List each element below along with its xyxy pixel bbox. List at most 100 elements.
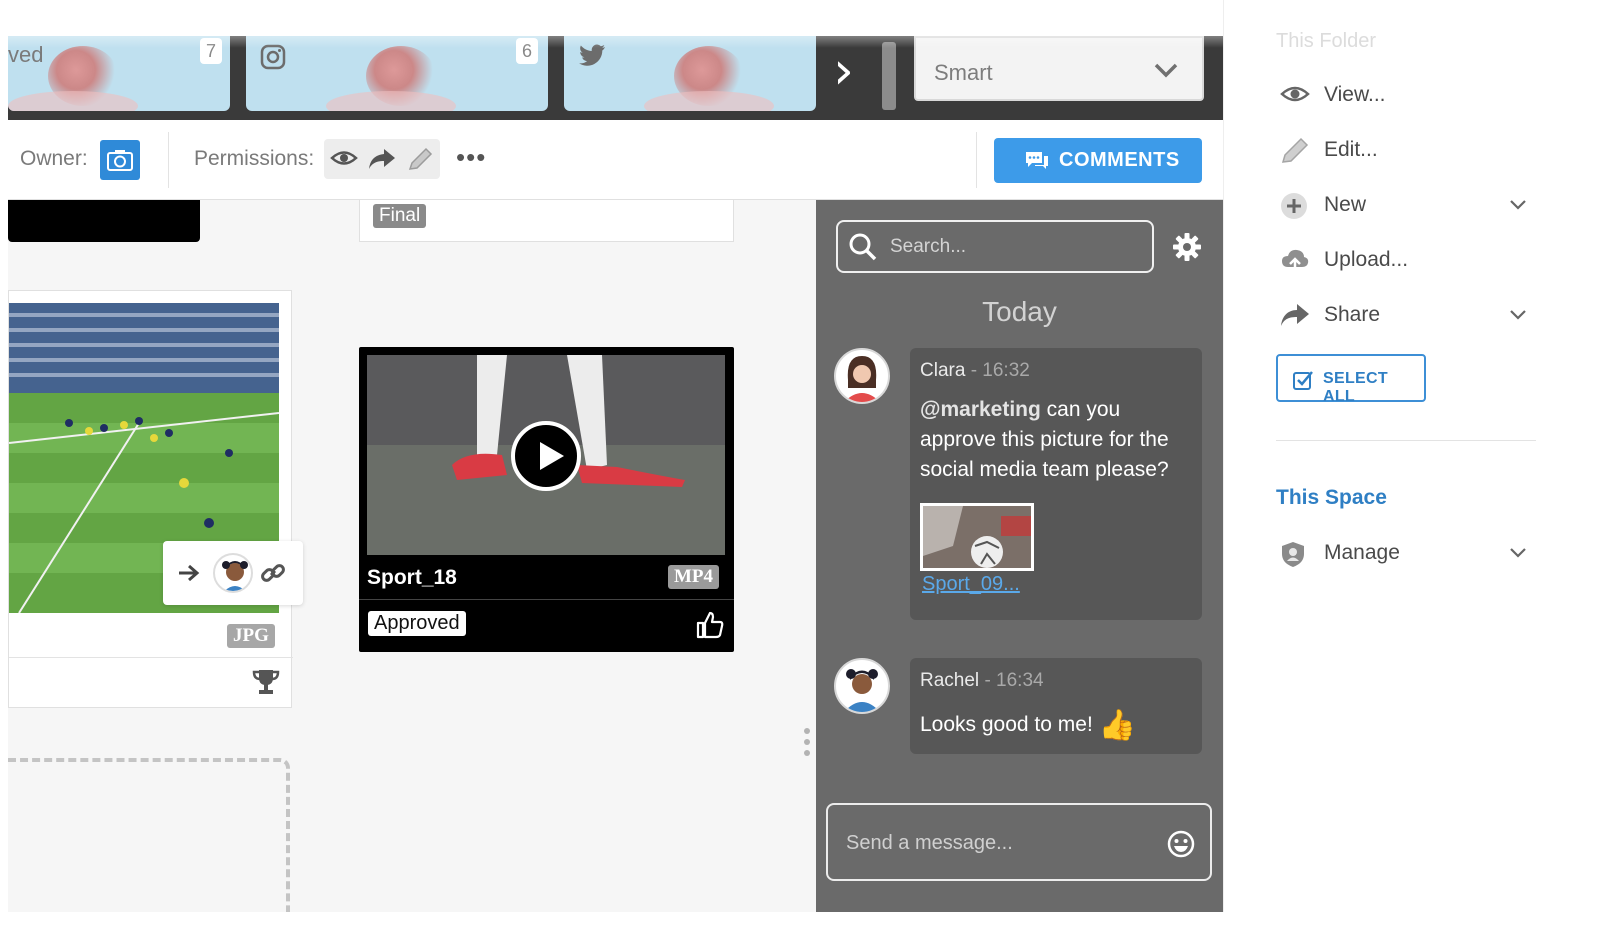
sidebar-item-label: New [1324,193,1367,216]
video-asset-card[interactable]: Sport_18 MP4 Approved [359,347,734,652]
sidebar-item-manage[interactable]: Manage [1280,536,1540,572]
tile-count: 7 [200,38,222,64]
comment-author: Rachel [920,670,980,691]
status-badge: Final [373,204,427,228]
view-mode-value: Smart [934,60,993,85]
pencil-icon [1281,137,1309,163]
instagram-icon [260,44,286,76]
comment-bubble: Rachel - 16:34 Looks good to me! 👍 [910,658,1202,754]
comment-time: - 16:32 [970,360,1030,381]
arrow-right-icon[interactable] [177,563,201,583]
comments-panel: Today Clara - 16:32 @marketing can you a… [816,200,1223,912]
image-asset-card[interactable]: JPG [8,290,303,708]
share-arrow-icon [1281,304,1309,326]
select-all-button[interactable]: SELECT ALL [1276,354,1426,405]
view-mode-select[interactable]: Smart [914,36,1204,101]
search-icon [849,233,877,261]
comment-bubble: Clara - 16:32 @marketing can you approve… [910,348,1202,620]
pencil-icon [408,147,433,170]
sidebar-item-label: View... [1324,83,1386,106]
comment-meta: Clara - 16:32 [920,360,1030,382]
file-type-badge: MP4 [668,565,720,589]
tile-label: ved [8,42,44,67]
play-icon[interactable] [511,421,581,491]
asset-title: Sport_18 [367,566,457,589]
owner-label: Owner: [20,147,88,170]
shield-icon [1282,542,1304,567]
message-input[interactable] [846,829,1146,857]
attachment-thumbnail[interactable] [920,503,1034,571]
upload-drop-zone[interactable] [8,758,290,912]
section-heading: This Space [1276,486,1387,509]
comment-meta: Rachel - 16:34 [920,670,1044,692]
asset-card[interactable]: Final [359,200,734,242]
thumbs-up-icon[interactable] [695,610,725,640]
trophy-icon[interactable] [251,668,281,696]
strip-scroll-handle[interactable] [882,42,896,110]
sidebar-item-label: Manage [1324,541,1400,564]
owner-avatar[interactable] [100,140,140,180]
asset-grid: Final JPG Sport_18 MP4 Approved [8,200,816,912]
plus-circle-icon [1281,193,1307,219]
chevron-right-icon[interactable]: › [816,36,871,111]
section-heading: This Folder [1276,30,1377,52]
share-arrow-icon [369,149,395,169]
day-separator: Today [982,296,1057,327]
sidebar-item-share[interactable]: Share [1280,298,1540,334]
chat-bubbles-icon [1026,152,1048,169]
comment-text: @marketing can you approve this picture … [920,395,1190,485]
sidebar-item-label: Share [1324,303,1381,326]
tile-count: 6 [516,38,538,64]
link-icon[interactable] [259,559,287,587]
thumbnail-tile[interactable]: 6 [246,36,548,111]
avatar[interactable] [213,553,253,593]
comments-button-label: COMMENTS [1059,149,1180,171]
thumbnail-tile[interactable] [564,36,816,111]
asset-card[interactable] [8,200,200,242]
sidebar-item-label: Upload... [1324,248,1409,271]
camera-icon [107,150,133,171]
chevron-down-icon [1510,548,1526,558]
permissions-label: Permissions: [194,147,315,170]
gear-icon[interactable] [1172,232,1202,262]
thumbs-up-emoji: 👍 [1098,708,1136,743]
mention-link[interactable]: @marketing [920,398,1041,421]
avatar[interactable] [834,348,890,404]
sidebar-item-upload[interactable]: Upload... [1280,243,1540,279]
chevron-down-icon [1154,63,1178,78]
comment-body: Looks good to me! [920,713,1093,736]
thumbnail-tile[interactable]: ved 7 [8,36,230,111]
video-thumbnail [367,355,725,555]
asset-toolbar: Owner: Permissions: ••• COMMENTS [8,120,1223,200]
comment-search[interactable] [836,220,1154,273]
card-hover-actions [163,541,303,605]
comment-text: Looks good to me! 👍 [920,710,1190,741]
search-input[interactable] [890,234,1140,260]
comments-button[interactable]: COMMENTS [994,138,1202,183]
avatar[interactable] [834,658,890,714]
status-badge: Approved [368,611,466,636]
emoji-icon[interactable] [1166,829,1196,859]
more-options-icon[interactable]: ••• [456,142,486,173]
panel-resize-handle[interactable] [804,728,810,764]
comment-time: - 16:34 [984,670,1044,691]
chevron-down-icon [1510,310,1526,320]
permissions-group[interactable] [324,139,440,179]
cloud-upload-icon [1282,249,1309,274]
app-window: ved 7 6 › Smart Owner: Permissions: ••• … [8,0,1598,912]
checkbox-icon [1293,371,1313,390]
sidebar-item-label: Edit... [1324,138,1378,161]
comment-author: Clara [920,360,966,381]
actions-sidebar: This Folder View... Edit... New Upload..… [1223,0,1598,912]
eye-icon [1280,86,1310,102]
sidebar-item-new[interactable]: New [1280,188,1540,224]
select-all-label: SELECT ALL [1323,370,1388,405]
sidebar-item-edit[interactable]: Edit... [1280,133,1540,169]
sidebar-item-view[interactable]: View... [1280,78,1540,114]
message-composer[interactable] [826,803,1212,881]
twitter-icon [578,44,606,74]
file-type-badge: JPG [227,624,275,648]
eye-icon [330,151,358,165]
attachment-link[interactable]: Sport_09... [922,573,1020,596]
chevron-down-icon [1510,200,1526,210]
